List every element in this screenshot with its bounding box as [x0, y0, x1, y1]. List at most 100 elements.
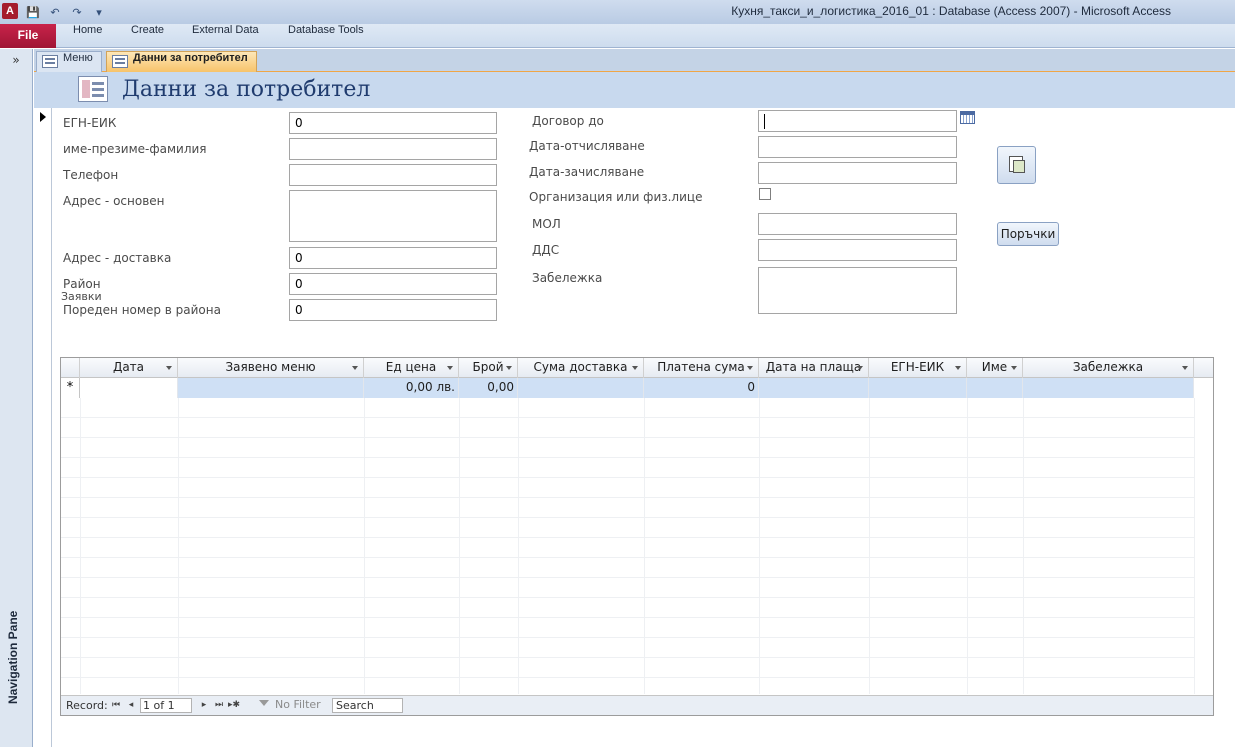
column-header-label: Забележка: [1072, 360, 1144, 374]
cell-unit-price[interactable]: 0,00 лв.: [364, 378, 459, 398]
filter-status-button[interactable]: No Filter: [257, 698, 321, 713]
column-header-delivery-sum[interactable]: Сума доставка: [518, 358, 644, 378]
grid-divider: [1194, 398, 1195, 694]
column-header-note[interactable]: Забележка: [1023, 358, 1194, 378]
tab-create[interactable]: Create: [131, 24, 164, 48]
column-header-label: Брой: [472, 360, 504, 374]
access-app-icon[interactable]: A: [2, 3, 18, 19]
grid-divider: [967, 398, 968, 694]
egn-eik-label: ЕГН-ЕИК: [63, 116, 117, 130]
filter-icon: [259, 700, 269, 706]
save-icon[interactable]: 💾: [24, 4, 42, 20]
dropdown-icon[interactable]: [352, 366, 358, 370]
column-header-unit-price[interactable]: Ед цена: [364, 358, 459, 378]
column-header-label: Дата: [112, 360, 145, 374]
vat-field[interactable]: [758, 239, 957, 261]
nav-pane-toggle[interactable]: »: [0, 53, 32, 67]
column-header-date[interactable]: Дата: [80, 358, 178, 378]
main-address-field[interactable]: [289, 190, 497, 242]
contract-until-field[interactable]: [758, 110, 957, 132]
deregistration-date-field[interactable]: [758, 136, 957, 158]
next-record-icon[interactable]: ▸: [198, 699, 210, 711]
zayavki-label: Заявки: [61, 290, 102, 303]
column-header-ordered-menu[interactable]: Заявено меню: [178, 358, 364, 378]
column-header-label: Дата на плаща: [765, 360, 862, 374]
doc-tab-customer-data[interactable]: Данни за потребител: [106, 51, 257, 72]
datasheet-header: Дата Заявено меню Ед цена Брой Сума дост…: [61, 358, 1213, 378]
search-input[interactable]: Search: [332, 698, 403, 713]
cell-note[interactable]: [1023, 378, 1194, 398]
column-header-count[interactable]: Брой: [459, 358, 518, 378]
delivery-address-field[interactable]: 0: [289, 247, 497, 269]
registration-date-label: Дата-зачисляване: [529, 165, 645, 179]
egn-eik-field[interactable]: 0: [289, 112, 497, 134]
calendar-picker-icon[interactable]: [960, 111, 975, 124]
orders-subform[interactable]: Дата Заявено меню Ед цена Брой Сума дост…: [60, 357, 1214, 716]
tab-database-tools[interactable]: Database Tools: [288, 24, 364, 48]
refresh-record-button[interactable]: [997, 146, 1036, 184]
district-field[interactable]: 0: [289, 273, 497, 295]
navigation-pane[interactable]: » Navigation Pane: [0, 49, 33, 747]
record-label: Record:: [66, 699, 108, 712]
current-record-arrow-icon: [40, 112, 46, 122]
form-icon: [42, 55, 58, 68]
cell-payment-date[interactable]: [759, 378, 869, 398]
column-header-payment-date[interactable]: Дата на плаща: [759, 358, 869, 378]
column-header-name[interactable]: Име: [967, 358, 1023, 378]
dropdown-icon[interactable]: [447, 366, 453, 370]
undo-icon[interactable]: ↶: [46, 4, 64, 20]
table-row[interactable]: * 0,00 лв. 0,00 0: [61, 378, 1194, 398]
mol-field[interactable]: [758, 213, 957, 235]
main-address-label: Адрес - основен: [63, 194, 165, 208]
previous-record-icon[interactable]: ◂: [125, 699, 137, 711]
current-record-field[interactable]: 1 of 1: [140, 698, 192, 713]
full-name-field[interactable]: [289, 138, 497, 160]
file-tab[interactable]: File: [0, 24, 56, 48]
district-order-number-label: Пореден номер в района: [63, 303, 221, 317]
column-header-paid-sum[interactable]: Платена сума: [644, 358, 759, 378]
grid-divider: [759, 398, 760, 694]
cell-egn-eik[interactable]: [869, 378, 967, 398]
last-record-icon[interactable]: ⏭: [213, 699, 225, 711]
dropdown-icon[interactable]: [1011, 366, 1017, 370]
navigation-pane-label[interactable]: Navigation Pane: [6, 611, 20, 704]
dropdown-icon[interactable]: [955, 366, 961, 370]
phone-field[interactable]: [289, 164, 497, 186]
tab-external-data[interactable]: External Data: [192, 24, 259, 48]
column-header-label: Сума доставка: [533, 360, 628, 374]
note-field[interactable]: [758, 267, 957, 314]
column-header-egn-eik[interactable]: ЕГН-ЕИК: [869, 358, 967, 378]
organization-or-person-checkbox[interactable]: [759, 188, 771, 200]
dropdown-icon[interactable]: [1182, 366, 1188, 370]
grid-divider: [364, 398, 365, 694]
cell-date[interactable]: [80, 378, 178, 398]
doc-tab-menu[interactable]: Меню: [36, 51, 102, 72]
cell-ordered-menu[interactable]: [178, 378, 364, 398]
dropdown-icon[interactable]: [857, 366, 863, 370]
first-record-icon[interactable]: ⏮: [110, 699, 122, 711]
registration-date-field[interactable]: [758, 162, 957, 184]
full-name-label: име-презиме-фамилия: [63, 142, 207, 156]
tab-home[interactable]: Home: [73, 24, 102, 48]
new-record-marker[interactable]: *: [61, 378, 80, 398]
refresh-icon: [1013, 160, 1025, 173]
customize-toolbar-icon[interactable]: ▾: [90, 4, 108, 20]
quick-access-toolbar: 💾 ↶ ↷ ▾: [24, 3, 108, 21]
district-order-number-field[interactable]: 0: [289, 299, 497, 321]
cell-name[interactable]: [967, 378, 1023, 398]
new-record-icon[interactable]: ▸✱: [228, 699, 240, 711]
dropdown-icon[interactable]: [506, 366, 512, 370]
delivery-address-label: Адрес - доставка: [63, 251, 172, 265]
cell-paid-sum[interactable]: 0: [644, 378, 759, 398]
record-selector[interactable]: [34, 108, 52, 747]
dropdown-icon[interactable]: [747, 366, 753, 370]
cell-count[interactable]: 0,00: [459, 378, 518, 398]
phone-label: Телефон: [63, 168, 119, 182]
cell-delivery-sum[interactable]: [518, 378, 644, 398]
select-all-corner[interactable]: [61, 358, 80, 378]
redo-icon[interactable]: ↷: [68, 4, 86, 20]
dropdown-icon[interactable]: [632, 366, 638, 370]
orders-button[interactable]: Поръчки: [997, 222, 1059, 246]
sort-dropdown-icon[interactable]: [166, 366, 172, 370]
grid-divider: [518, 398, 519, 694]
